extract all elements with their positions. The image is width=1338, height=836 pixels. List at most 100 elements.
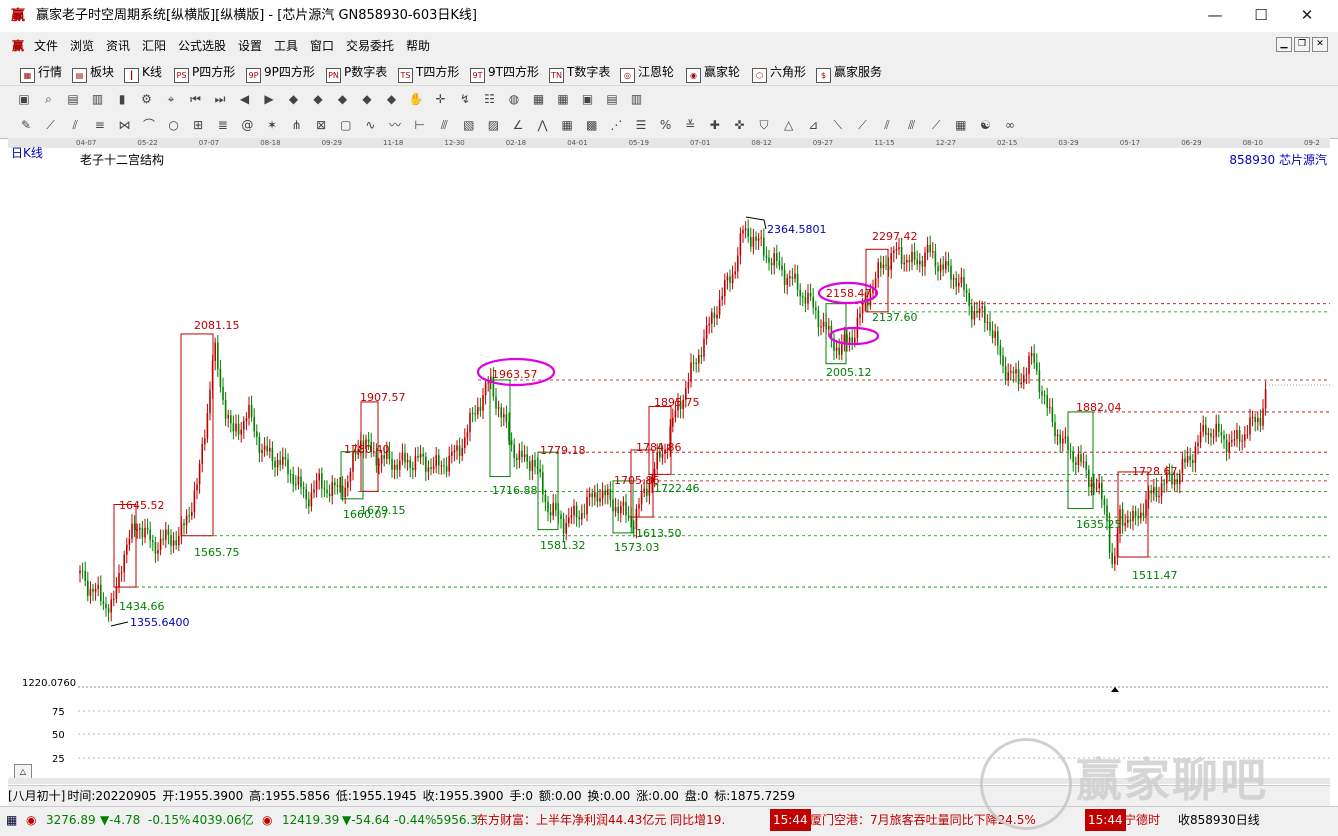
calendar-icon[interactable]: ▦ (531, 91, 547, 107)
bar-chart-icon[interactable]: ▥ (90, 91, 106, 107)
line-icon[interactable]: ⟋ (43, 117, 59, 133)
globe-icon[interactable]: ◍ (506, 91, 522, 107)
maximize-button[interactable]: ☐ (1238, 0, 1284, 30)
percent-icon[interactable]: % (658, 117, 674, 133)
split-icon[interactable]: ⫻ (436, 117, 452, 133)
grid3-icon[interactable]: ▩ (584, 117, 600, 133)
grid-icon[interactable]: ⊞ (190, 117, 206, 133)
chip-icon[interactable]: ☷ (482, 91, 498, 107)
export-icon[interactable]: ▥ (629, 91, 645, 107)
line5-icon[interactable]: ⫻ (904, 117, 920, 133)
cross-icon[interactable]: ✚ (707, 117, 723, 133)
taiji-icon[interactable]: ☯ (977, 117, 993, 133)
menu-news[interactable]: 资讯 (106, 37, 130, 54)
fib2-icon[interactable]: ≚ (682, 117, 698, 133)
keyboard-icon[interactable]: ▦ (6, 809, 17, 831)
sh-index-value[interactable]: 3276.89 (46, 809, 96, 831)
menu-formula[interactable]: 公式选股 (178, 37, 226, 54)
next-icon[interactable]: ▶ (261, 91, 277, 107)
zoom-icon[interactable]: ⌕ (41, 91, 57, 107)
toolbar-9p-square-button[interactable]: 9P 9P四方形 (246, 63, 315, 83)
scroll-up-button[interactable]: △ (14, 764, 32, 779)
compass-icon[interactable]: ✜ (731, 117, 747, 133)
toolbar-t-square-button[interactable]: TS T四方形 (398, 63, 459, 83)
star-icon[interactable]: ✶ (264, 117, 280, 133)
spiral-icon[interactable]: @ (239, 117, 255, 133)
hand-icon[interactable]: ✋ (408, 91, 424, 107)
candlestick-chart[interactable]: 1220.0760 75 50 25 2364.5801 1355.6400 1645.52… (8, 138, 1330, 778)
line6-icon[interactable]: ⟋ (928, 117, 944, 133)
gann-icon[interactable]: ⋈ (116, 117, 132, 133)
menu-tools[interactable]: 工具 (274, 37, 298, 54)
chart-area[interactable]: 04-07 05-22 07-07 08-18 09-29 11-18 12-30 02-18… (8, 138, 1330, 779)
prev-icon[interactable]: ◀ (237, 91, 253, 107)
cycle-icon[interactable]: ∿ (362, 117, 378, 133)
diamond-3-icon[interactable]: ◆ (335, 91, 351, 107)
menu-browse[interactable]: 浏览 (70, 37, 94, 54)
toolbar-t-number-button[interactable]: TN T数字表 (549, 63, 610, 83)
toolbar-p-number-button[interactable]: PN P数字表 (326, 63, 387, 83)
line4-icon[interactable]: ⫽ (879, 117, 895, 133)
toolbar-winner-wheel-button[interactable]: ◉ 赢家轮 (686, 63, 740, 83)
news-ticker-1[interactable]: 东方财富：上半年净利润44.43亿元 同比增19. (476, 809, 725, 831)
toolbar-quotes-button[interactable]: ▦ 行情 (20, 63, 62, 83)
circle-icon[interactable]: ○ (166, 117, 182, 133)
stairs-icon[interactable]: ⊿ (805, 117, 821, 133)
slash-icon[interactable]: ⋰ (608, 117, 624, 133)
cursor-icon[interactable]: ⌖ (163, 91, 179, 107)
save-icon[interactable]: ▣ (580, 91, 596, 107)
settings-icon[interactable]: ⚙ (139, 91, 155, 107)
first-icon[interactable]: ⏮ (188, 91, 204, 107)
grid2-icon[interactable]: ▦ (559, 117, 575, 133)
mdi-restore-button[interactable]: ❐ (1294, 37, 1310, 52)
pen-icon[interactable]: ✎ (18, 117, 34, 133)
arc-icon[interactable]: ⌒ (141, 117, 157, 133)
pyramid-icon[interactable]: △ (781, 117, 797, 133)
doc-icon[interactable]: ▤ (65, 91, 81, 107)
line2-icon[interactable]: ⟍ (830, 117, 846, 133)
square2-icon[interactable]: ▨ (485, 117, 501, 133)
candle-icon[interactable]: ▮ (114, 91, 130, 107)
toolbar-hexagon-button[interactable]: ⬡ 六角形 (752, 63, 806, 83)
diamond-4-icon[interactable]: ◆ (359, 91, 375, 107)
table-icon[interactable]: ▦ (555, 91, 571, 107)
close-button[interactable]: ✕ (1284, 0, 1330, 30)
toolbar-jiangen-button[interactable]: ◎ 江恩轮 (620, 63, 674, 83)
wave-icon[interactable]: 〰 (387, 117, 403, 133)
menu-huiyang[interactable]: 汇阳 (142, 37, 166, 54)
diamond-5-icon[interactable]: ◆ (384, 91, 400, 107)
square-icon[interactable]: ▧ (461, 117, 477, 133)
menu-help[interactable]: 帮助 (406, 37, 430, 54)
mdi-minimize-button[interactable]: ▁ (1276, 37, 1292, 52)
toolbar-p-square-button[interactable]: PS P四方形 (174, 63, 235, 83)
toolbar-service-button[interactable]: $ 赢家服务 (816, 63, 882, 83)
fan-icon[interactable]: ⋔ (289, 117, 305, 133)
last-icon[interactable]: ⏭ (212, 91, 228, 107)
fib-icon[interactable]: ≡ (92, 117, 108, 133)
toolbar-sector-button[interactable]: ▤ 板块 (72, 63, 114, 83)
minimize-button[interactable]: — (1192, 0, 1238, 30)
crosshair-icon[interactable]: ✛ (433, 91, 449, 107)
toolbar-9t-square-button[interactable]: 9T 9T四方形 (470, 63, 539, 83)
diamond-1-icon[interactable]: ◆ (286, 91, 302, 107)
infinity-icon[interactable]: ∞ (1002, 117, 1018, 133)
text-icon[interactable]: ☰ (633, 117, 649, 133)
lines-icon[interactable]: ≣ (215, 117, 231, 133)
sz-index-value[interactable]: 12419.39 (282, 809, 339, 831)
menu-trade[interactable]: 交易委托 (346, 37, 394, 54)
trend-icon[interactable]: ↯ (457, 91, 473, 107)
mdi-close-button[interactable]: ✕ (1312, 37, 1328, 52)
toolbar-kline-button[interactable]: ┃ K线 (124, 63, 162, 83)
mesh-icon[interactable]: ⊠ (313, 117, 329, 133)
table2-icon[interactable]: ▦ (953, 117, 969, 133)
menu-window[interactable]: 窗口 (310, 37, 334, 54)
angle-icon[interactable]: ∠ (510, 117, 526, 133)
zigzag-icon[interactable]: ⋀ (535, 117, 551, 133)
box-icon[interactable]: ▢ (338, 117, 354, 133)
print-icon[interactable]: ▤ (604, 91, 620, 107)
menu-file[interactable]: 文件 (34, 37, 58, 54)
line3-icon[interactable]: ⟋ (854, 117, 870, 133)
layout-icon[interactable]: ▣ (16, 91, 32, 107)
menu-settings[interactable]: 设置 (238, 37, 262, 54)
diamond-2-icon[interactable]: ◆ (310, 91, 326, 107)
